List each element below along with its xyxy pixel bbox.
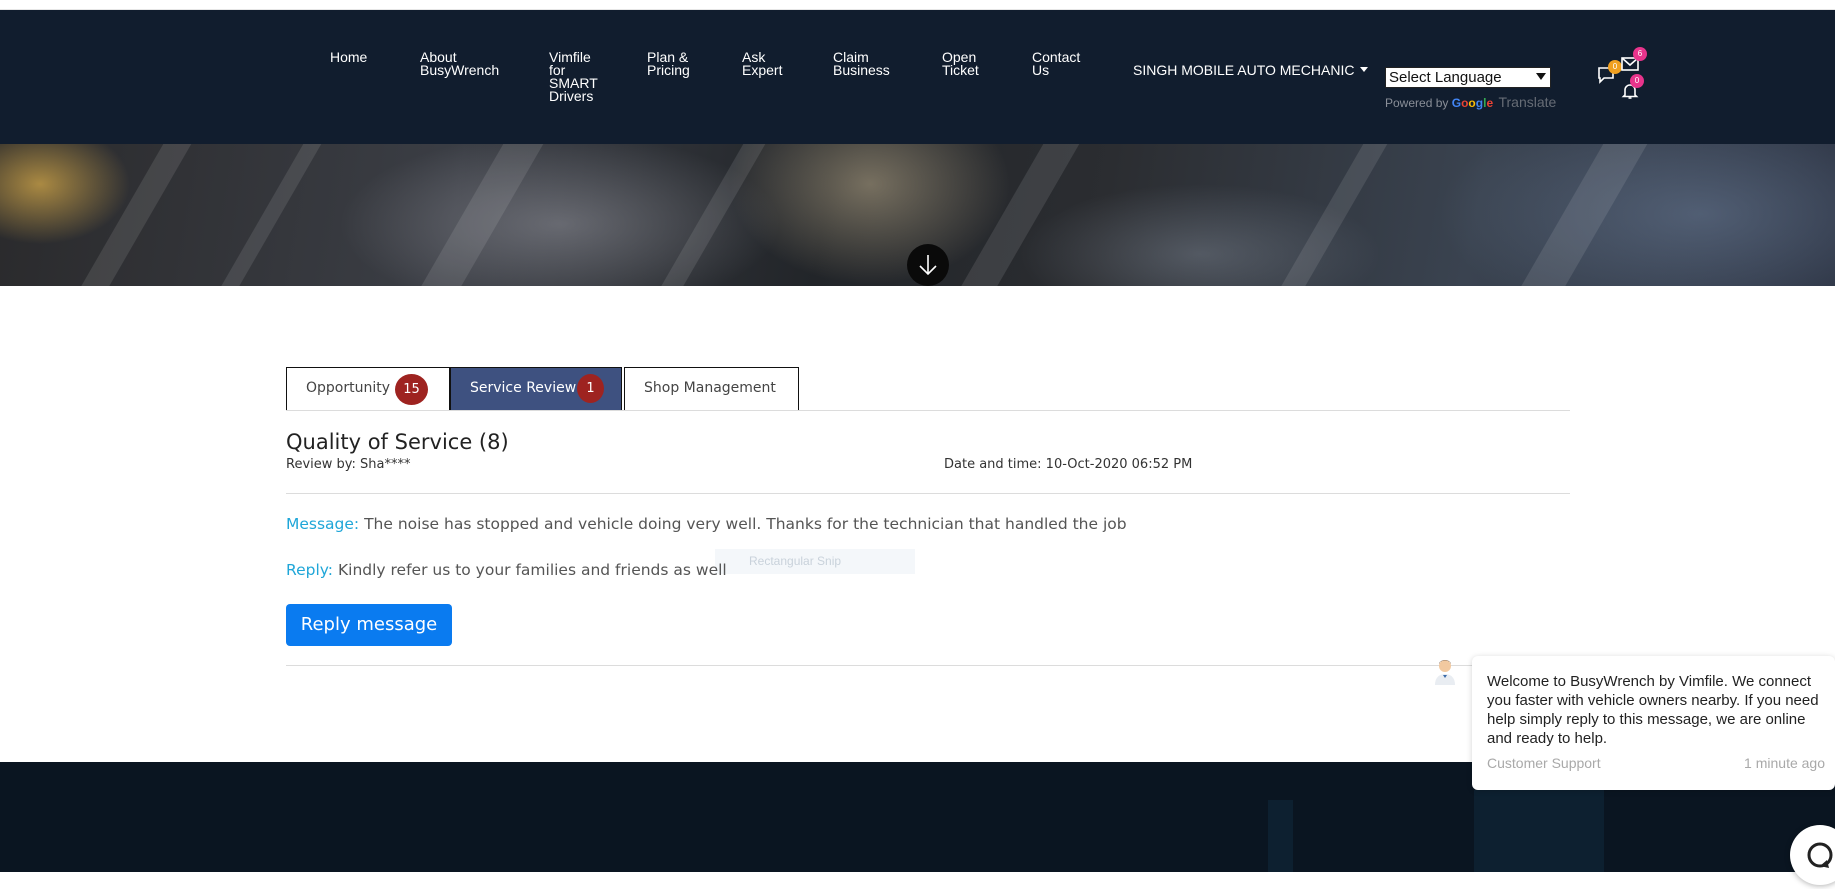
- account-dropdown[interactable]: SINGH MOBILE AUTO MECHANIC: [1133, 51, 1369, 78]
- powered-by-text: Powered by: [1385, 96, 1449, 110]
- message-text: The noise has stopped and vehicle doing …: [364, 515, 1127, 533]
- arrow-down-icon: [919, 255, 937, 276]
- chat-welcome-text: Welcome to BusyWrench by Vimfile. We con…: [1487, 673, 1819, 747]
- support-avatar: [1431, 656, 1459, 686]
- language-select-value: Select Language: [1389, 69, 1502, 86]
- messages-badge: 6: [1633, 47, 1647, 61]
- notifications-badge: 0: [1630, 74, 1644, 88]
- nav-contact[interactable]: Contact Us: [1032, 50, 1080, 77]
- review-message: Message: The noise has stopped and vehic…: [286, 515, 1127, 533]
- nav-plan-pricing[interactable]: Plan & Pricing: [647, 50, 690, 77]
- tab-shop-management-label: Shop Management: [644, 380, 776, 396]
- top-strip: [0, 0, 1835, 10]
- tab-opportunity[interactable]: Opportunity 15: [286, 367, 450, 411]
- nav-open-ticket[interactable]: Open Ticket: [942, 50, 979, 77]
- nav-home[interactable]: Home: [330, 50, 367, 64]
- tab-service-review-count: 1: [577, 374, 604, 403]
- tabs-divider: [286, 410, 1570, 411]
- reply-label: Reply:: [286, 561, 334, 579]
- nav-claim-business[interactable]: Claim Business: [833, 50, 890, 77]
- review-by: Review by: Sha****: [286, 457, 411, 472]
- message-label: Message:: [286, 515, 360, 533]
- review-footer-divider: [286, 665, 1570, 666]
- reply-message-button[interactable]: Reply message: [286, 604, 452, 646]
- reply-text: Kindly refer us to your families and fri…: [337, 561, 727, 579]
- chat-sender: Customer Support: [1487, 755, 1601, 771]
- review-title: Quality of Service (8): [286, 430, 509, 454]
- nav-ask-expert[interactable]: Ask Expert: [742, 50, 782, 77]
- chat-welcome-card[interactable]: Welcome to BusyWrench by Vimfile. We con…: [1472, 656, 1835, 790]
- tab-service-review[interactable]: Service Review 1: [450, 367, 622, 411]
- nav-about[interactable]: About BusyWrench: [420, 50, 499, 77]
- powered-by-google: Powered by Google Translate: [1385, 94, 1556, 110]
- chat-bubble-icon: [1807, 842, 1833, 868]
- tab-shop-management[interactable]: Shop Management: [624, 367, 799, 411]
- nav-vimfile[interactable]: Vimfile for SMART Drivers: [549, 50, 598, 103]
- scroll-down-button[interactable]: [907, 244, 949, 286]
- translate-link[interactable]: Translate: [1498, 94, 1556, 110]
- main-navbar: Home About BusyWrench Vimfile for SMART …: [0, 10, 1835, 144]
- review-date-time: Date and time: 10-Oct-2020 06:52 PM: [944, 457, 1193, 472]
- review-header-divider: [286, 493, 1570, 494]
- chat-time: 1 minute ago: [1744, 755, 1825, 771]
- select-arrow-icon: [1536, 73, 1546, 80]
- chevron-down-icon: [1360, 66, 1369, 72]
- snip-overlay-ghost: Rectangular Snip: [715, 549, 915, 574]
- google-logo: Google: [1451, 96, 1494, 110]
- chat-launcher-button[interactable]: [1790, 825, 1835, 885]
- chat-badge: 0: [1608, 60, 1622, 74]
- tab-opportunity-count: 15: [395, 374, 428, 405]
- tab-opportunity-label: Opportunity: [306, 380, 391, 396]
- account-name: SINGH MOBILE AUTO MECHANIC: [1133, 62, 1355, 78]
- language-select[interactable]: Select Language: [1385, 67, 1551, 88]
- review-reply: Reply: Kindly refer us to your families …: [286, 561, 727, 579]
- tab-service-review-label: Service Review: [470, 380, 577, 396]
